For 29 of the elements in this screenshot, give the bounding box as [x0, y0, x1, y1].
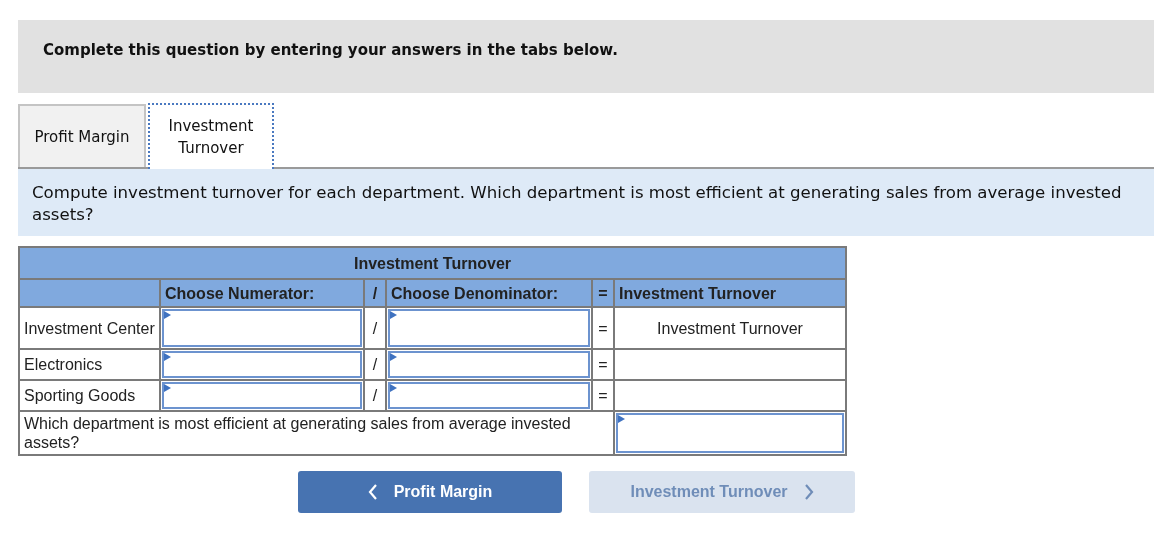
question-text: Which department is most efficient at generating sales from average invested assets? [19, 411, 614, 455]
dropdown-field[interactable] [162, 309, 362, 347]
tab[interactable]: Investment Turnover [148, 103, 274, 169]
dropdown-field[interactable] [162, 382, 362, 409]
instruction-text: Compute investment turnover for each department. Which department is most efficient at generating sales from average invested assets? [32, 182, 1123, 226]
table-cell: / [364, 307, 386, 349]
column-header: Choose Numerator: [160, 279, 364, 307]
table-cell: / [364, 380, 386, 411]
row-label: Electronics [19, 349, 160, 380]
table-cell: = [592, 349, 614, 380]
row-label: Investment Center [19, 307, 160, 349]
dropdown-field[interactable] [616, 413, 844, 453]
table-cell: Investment Turnover [614, 307, 846, 349]
column-header: Choose Denominator: [386, 279, 592, 307]
tab[interactable]: Profit Margin [18, 104, 146, 167]
table-cell: = [592, 380, 614, 411]
dropdown-field[interactable] [388, 382, 590, 409]
column-header: Investment Turnover [614, 279, 846, 307]
table-cell: / [364, 349, 386, 380]
chevron-left-icon [367, 484, 378, 500]
dropdown-field[interactable] [388, 351, 590, 378]
previous-button[interactable]: Profit Margin [298, 471, 562, 513]
table-cell: = [592, 307, 614, 349]
dropdown-field[interactable] [388, 309, 590, 347]
chevron-right-icon [803, 484, 814, 500]
dropdown-field[interactable] [162, 351, 362, 378]
table-title: Investment Turnover [19, 247, 846, 279]
row-label: Sporting Goods [19, 380, 160, 411]
instruction-heading: Complete this question by entering your answers in the tabs below. [43, 41, 619, 59]
